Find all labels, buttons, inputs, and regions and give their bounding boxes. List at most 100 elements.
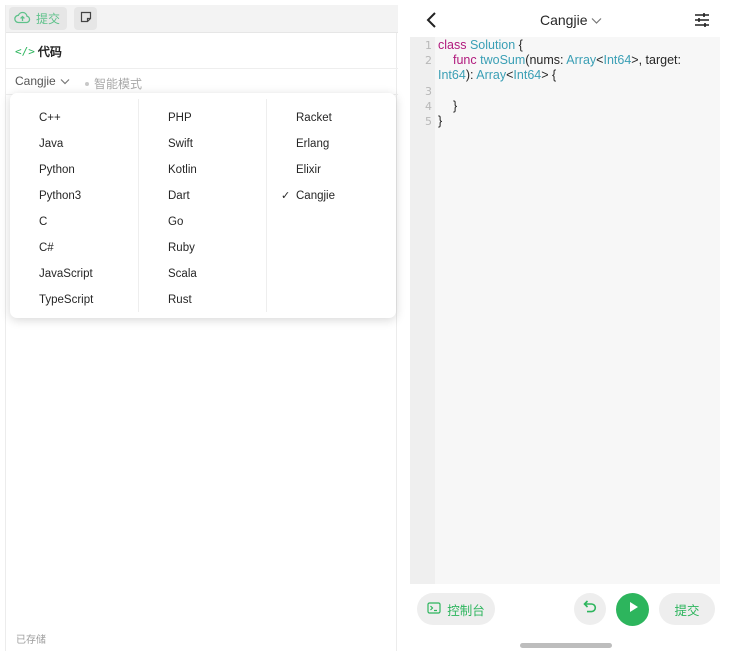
chevron-down-icon [591, 12, 602, 28]
toolbar: 提交 [6, 5, 398, 33]
run-button[interactable] [616, 593, 649, 626]
mobile-editor: Cangjie 1 2 3 4 5 class Solution { func … [410, 0, 746, 654]
cloud-upload-icon [14, 11, 31, 27]
language-option[interactable]: PHP [139, 106, 267, 130]
language-option-label: Erlang [296, 138, 330, 150]
code-line: } [438, 114, 443, 128]
language-option-selected[interactable]: ✓ Cangjie [267, 184, 395, 208]
code-token: class [438, 38, 467, 52]
language-option-label: Swift [168, 138, 193, 150]
language-option-label: C [39, 216, 48, 228]
undo-button[interactable] [574, 593, 606, 625]
language-option-label: Kotlin [168, 164, 197, 176]
language-option[interactable]: Elixir [267, 158, 395, 182]
tab-code[interactable]: </> 代码 [15, 43, 62, 60]
submit-label: 提交 [36, 12, 61, 26]
code-token: func [453, 53, 477, 67]
language-column-2: PHP Swift Kotlin Dart Go Ruby Scala Rust [138, 99, 266, 312]
language-option[interactable]: Racket [267, 106, 395, 130]
settings-sliders-icon[interactable] [693, 11, 711, 29]
submit-label: 提交 [674, 603, 700, 618]
language-option[interactable]: Python3 [10, 184, 138, 208]
code-line-wrap: Int64): Array<Int64> { [438, 68, 556, 84]
language-column-1: C++ Java Python Python3 C C# JavaScript … [10, 99, 138, 312]
line-number: 4 [425, 100, 432, 113]
code-token: { [515, 38, 523, 52]
code-token: Solution [469, 38, 516, 52]
code-panel: 提交 </> 代码 Cangjie 智能模式 C++ Java Python P… [5, 5, 398, 651]
language-option-label: Elixir [296, 164, 321, 176]
language-option-label: Racket [296, 112, 332, 124]
language-option-label: PHP [168, 112, 192, 124]
language-title[interactable]: Cangjie [540, 12, 602, 28]
language-option[interactable]: Python [10, 158, 138, 182]
language-option-label: Scala [168, 268, 197, 280]
smart-mode-label: 智能模式 [94, 77, 143, 91]
code-token: Array [476, 68, 507, 82]
tab-code-label: 代码 [37, 45, 62, 59]
submit-button[interactable]: 提交 [659, 593, 715, 625]
chevron-down-icon [60, 74, 70, 88]
code-line: class Solution { [438, 38, 523, 54]
code-token: twoSum [480, 53, 526, 67]
code-token: Int64 [438, 68, 466, 82]
note-icon [80, 10, 92, 28]
terminal-icon [427, 601, 441, 617]
language-dropdown: C++ Java Python Python3 C C# JavaScript … [10, 93, 396, 318]
language-option[interactable]: Dart [139, 184, 267, 208]
console-button[interactable]: 控制台 [417, 593, 495, 625]
language-option[interactable]: C++ [10, 106, 138, 130]
language-option-label: Ruby [168, 242, 195, 254]
line-number: 3 [425, 85, 432, 98]
language-option[interactable]: Ruby [139, 236, 267, 260]
language-option[interactable]: Go [139, 210, 267, 234]
code-token: Int64 [513, 68, 542, 82]
code-editor[interactable]: 1 2 3 4 5 class Solution { func twoSum(n… [410, 37, 720, 584]
language-option[interactable]: JavaScript [10, 262, 138, 286]
line-number: 1 [425, 39, 432, 52]
line-number: 5 [425, 115, 432, 128]
language-option-label: Dart [168, 190, 190, 202]
language-select-value: Cangjie [15, 74, 56, 88]
undo-icon [582, 599, 598, 619]
mode-dot-icon [85, 81, 89, 86]
smart-mode-toggle[interactable]: 智能模式 [85, 75, 142, 92]
save-status: 已存储 [16, 635, 46, 646]
code-token: Int64 [603, 53, 632, 67]
language-option[interactable]: C [10, 210, 138, 234]
submit-button[interactable]: 提交 [9, 7, 67, 30]
language-option-label: Rust [168, 294, 192, 306]
home-indicator [520, 643, 612, 648]
language-option[interactable]: C# [10, 236, 138, 260]
console-label: 控制台 [447, 603, 485, 618]
code-token: >, target: [631, 53, 681, 67]
checkmark-icon: ✓ [281, 190, 291, 202]
language-option[interactable]: Erlang [267, 132, 395, 156]
language-option[interactable]: Swift [139, 132, 267, 156]
language-option[interactable]: Rust [139, 288, 267, 312]
language-option-label: Python [39, 164, 75, 176]
editor-options-bar: Cangjie 智能模式 [6, 68, 398, 95]
code-icon: </> [15, 45, 35, 58]
language-option-label: C# [39, 242, 54, 254]
language-option[interactable]: Kotlin [139, 158, 267, 182]
language-option-label: TypeScript [39, 294, 94, 306]
language-option-label: Go [168, 216, 184, 228]
language-option[interactable]: TypeScript [10, 288, 138, 312]
language-option[interactable]: Scala [139, 262, 267, 286]
code-token: ): [465, 68, 477, 82]
language-option-label: Python3 [39, 190, 82, 202]
line-gutter: 1 2 3 4 5 [410, 37, 435, 584]
language-option[interactable]: Java [10, 132, 138, 156]
code-token: Array [566, 53, 597, 67]
back-icon[interactable] [424, 10, 440, 30]
language-title-label: Cangjie [540, 12, 588, 28]
note-button[interactable] [74, 7, 97, 30]
language-option-label: Java [39, 138, 64, 150]
line-number: 2 [425, 54, 432, 67]
bottom-action-bar: 控制台 提交 [410, 584, 746, 654]
language-select[interactable]: Cangjie [15, 74, 70, 88]
play-icon [626, 600, 640, 619]
code-line: } [453, 99, 458, 113]
language-option-label: JavaScript [39, 268, 93, 280]
